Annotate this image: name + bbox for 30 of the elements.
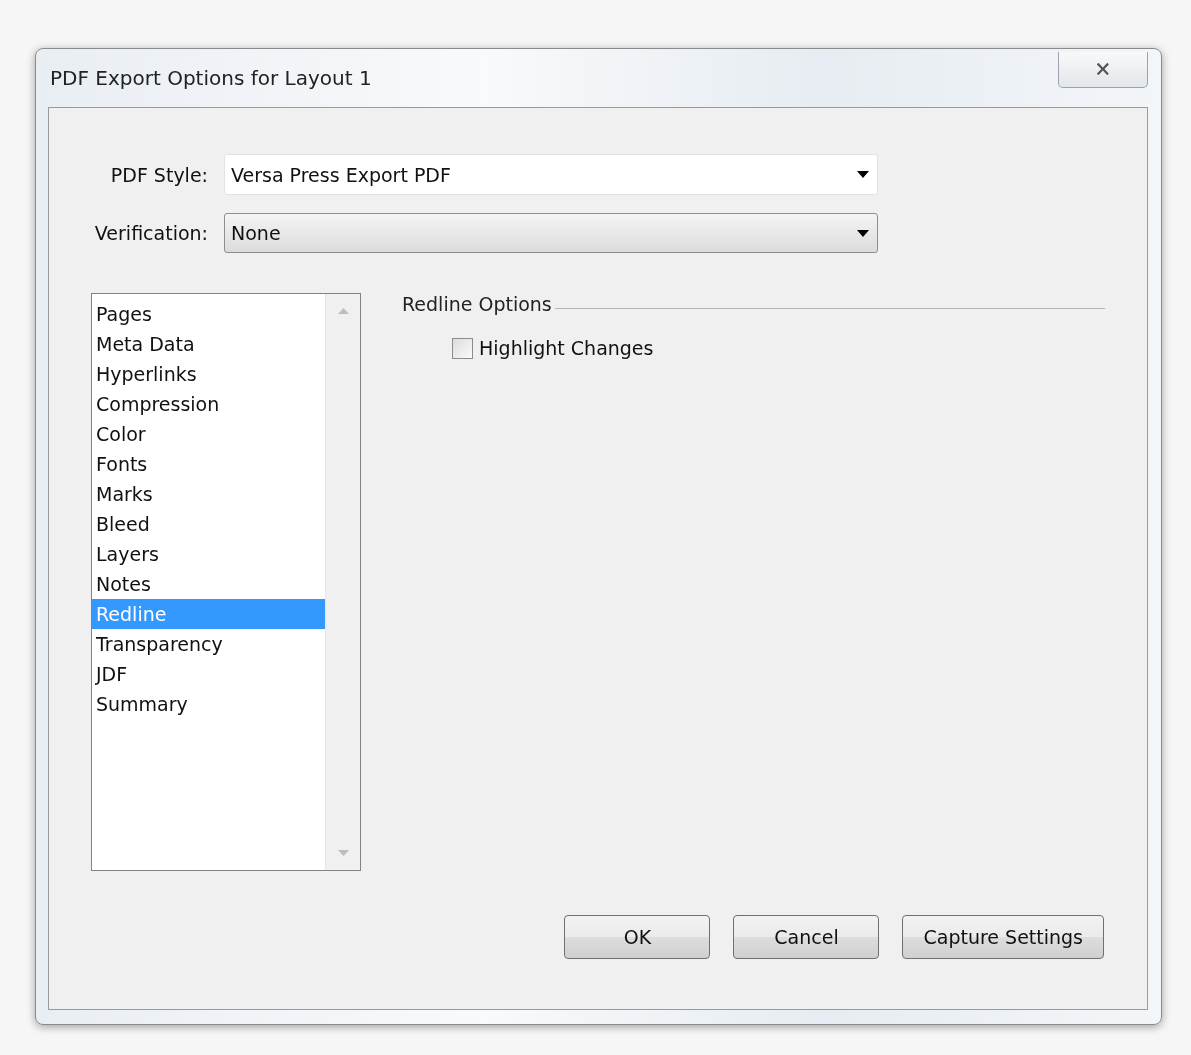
dropdown-arrow-icon [857, 229, 869, 237]
list-item[interactable]: Color [92, 419, 325, 449]
list-item[interactable]: Hyperlinks [92, 359, 325, 389]
list-item[interactable]: Marks [92, 479, 325, 509]
list-item[interactable]: Bleed [92, 509, 325, 539]
dropdown-arrow-icon [857, 171, 869, 178]
list-item[interactable]: Fonts [92, 449, 325, 479]
scroll-up-icon[interactable] [337, 308, 349, 314]
section-title: Redline Options [402, 293, 552, 315]
close-button[interactable]: 🗙 [1058, 52, 1148, 88]
scrollbar[interactable] [325, 294, 360, 870]
window-title: PDF Export Options for Layout 1 [50, 66, 372, 90]
list-item[interactable]: Layers [92, 539, 325, 569]
field-label: PDF Style: [109, 163, 208, 186]
list-item[interactable]: Pages [92, 299, 325, 329]
checkbox[interactable] [452, 337, 473, 359]
dialog-button[interactable]: OK [564, 915, 711, 959]
list-item[interactable]: Transparency [92, 629, 325, 659]
field-label: Verification: [93, 222, 208, 244]
checkbox-label[interactable]: Highlight Changes [479, 337, 654, 359]
list-item[interactable]: Compression [92, 389, 325, 419]
dialog-button[interactable]: Cancel [733, 915, 880, 959]
list-item[interactable]: Summary [92, 689, 325, 719]
scroll-down-icon[interactable] [337, 850, 349, 856]
list-item[interactable]: JDF [92, 659, 325, 689]
dialog-button[interactable]: Capture Settings [902, 915, 1104, 959]
verification-dropdown[interactable]: None [224, 213, 878, 253]
style-dropdown[interactable]: Versa Press Export PDF [224, 154, 878, 195]
list-item[interactable]: Notes [92, 569, 325, 599]
list-item[interactable]: Meta Data [92, 329, 325, 359]
